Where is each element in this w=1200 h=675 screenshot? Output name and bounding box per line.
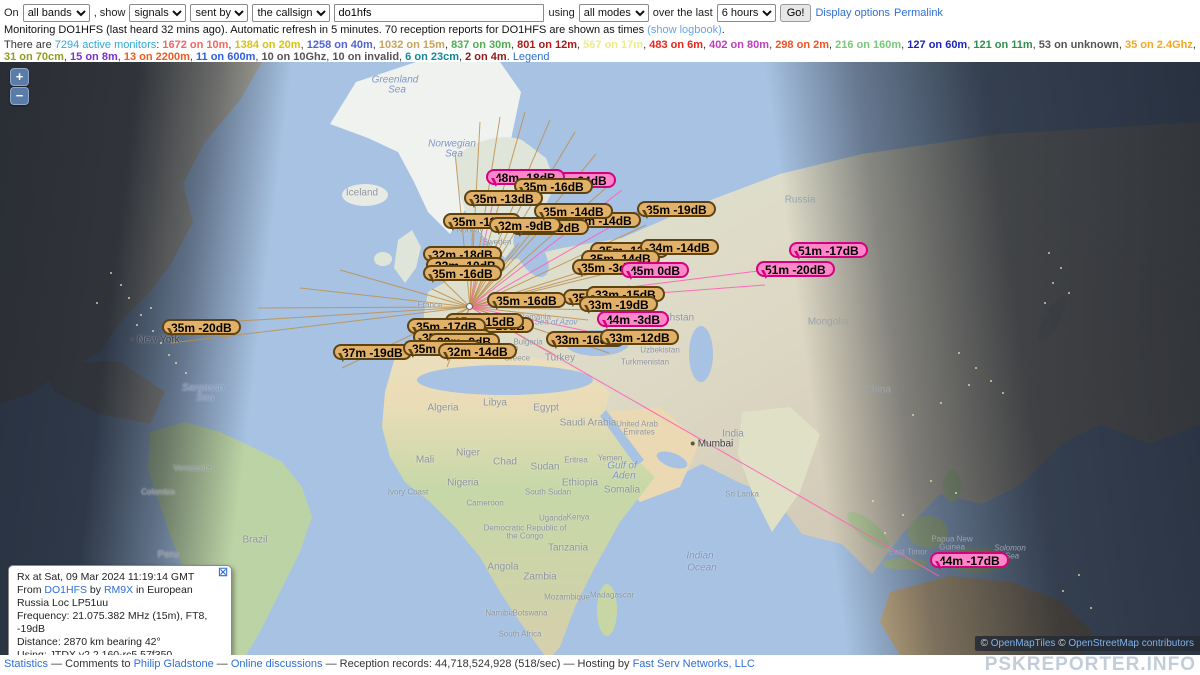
toolbar: On all bands , show signals sent by the …: [0, 0, 1200, 62]
band-count: 11 on 600m: [196, 51, 255, 63]
tx-callsign-link[interactable]: DO1HFS: [44, 584, 87, 596]
active-monitors-line: There are 7294 active monitors: 1672 on …: [4, 39, 1196, 63]
band-count: 15 on 8m: [70, 51, 118, 63]
reception-balloon[interactable]: 44m -3dB: [597, 311, 669, 327]
reception-balloon[interactable]: 45m 0dB: [621, 262, 689, 278]
reception-balloon[interactable]: 32m -14dB: [438, 343, 517, 359]
band-count: 10 on invalid: [332, 51, 399, 63]
world-map[interactable]: GreenlandSeaNorwegianSeaIcelandNorwaySwe…: [0, 62, 1200, 655]
band-count: 10 on 10Ghz: [261, 51, 326, 63]
footer-link[interactable]: Statistics: [4, 658, 48, 670]
reception-balloon[interactable]: 35m -14dB: [534, 203, 613, 219]
show-logbook-link[interactable]: (show logbook): [647, 24, 722, 36]
close-icon[interactable]: ☒: [218, 568, 228, 579]
band-count: 801 on 12m: [517, 39, 577, 51]
band-count: 6 on 23cm: [405, 51, 459, 63]
callsign-input[interactable]: [334, 4, 544, 22]
popup-rx-time: Rx at Sat, 09 Mar 2024 11:19:14 GMT: [17, 571, 223, 584]
footer-link[interactable]: Fast Serv Networks, LLC: [633, 658, 755, 670]
popup-frequency: Frequency: 21.075.382 MHz (15m), FT8, -1…: [17, 610, 223, 636]
reception-balloon[interactable]: 51m -17dB: [789, 242, 868, 258]
legend-link[interactable]: Legend: [513, 51, 550, 63]
band-count: 121 on 11m: [973, 39, 1032, 51]
openstreetmap-link[interactable]: OpenStreetMap contributors: [1068, 638, 1194, 649]
reception-balloon[interactable]: 51m -20dB: [756, 261, 835, 277]
reception-balloon[interactable]: 35m -13dB: [464, 190, 543, 206]
pskreporter-watermark: PSKREPORTER.INFO: [985, 655, 1196, 674]
popup-distance: Distance: 2870 km bearing 42°: [17, 636, 223, 649]
band-count: 216 on 160m: [835, 39, 901, 51]
band-count: 402 on 80m: [709, 39, 769, 51]
direction-select[interactable]: sent by: [190, 4, 248, 22]
callsign-type-select[interactable]: the callsign: [252, 4, 330, 22]
openmaptiles-link[interactable]: OpenMapTiles: [991, 638, 1056, 649]
reception-balloon[interactable]: 35m -19dB: [637, 201, 716, 217]
show-label: , show: [94, 7, 126, 19]
band-count: 31 on 70cm: [4, 51, 64, 63]
band-count: 127 on 60m: [907, 39, 967, 51]
active-monitors-link[interactable]: 7294 active monitors: [55, 39, 157, 51]
reception-balloon[interactable]: 35m -16dB: [487, 292, 566, 308]
band-count: 567 on 17m: [583, 39, 643, 51]
period-select[interactable]: 6 hours: [717, 4, 776, 22]
band-count: 298 on 2m: [775, 39, 829, 51]
band-count: 53 on unknown: [1039, 39, 1119, 51]
reception-balloon[interactable]: 35m -16dB: [423, 265, 502, 281]
bands-select[interactable]: all bands: [23, 4, 90, 22]
footer-text: —: [214, 658, 231, 670]
popup-from-line: From DO1HFS by RM9X in European Russia L…: [17, 584, 223, 610]
footer: Statistics — Comments to Philip Gladston…: [0, 655, 1200, 675]
band-count: 13 on 2200m: [124, 51, 190, 63]
rx-callsign-link[interactable]: RM9X: [104, 584, 133, 596]
reception-balloon[interactable]: 37m -19dB: [333, 344, 412, 360]
reception-balloon[interactable]: 35m -20dB: [162, 319, 241, 335]
band-count: 2 on 4m: [465, 51, 507, 63]
reception-balloon[interactable]: 33m -19dB: [579, 296, 658, 312]
map-attribution: © OpenMapTiles © OpenStreetMap contribut…: [975, 636, 1200, 651]
band-count: 1672 on 10m: [162, 39, 228, 51]
band-count: 483 on 6m: [649, 39, 703, 51]
footer-link[interactable]: Online discussions: [231, 658, 323, 670]
zoom-in-button[interactable]: +: [10, 68, 29, 86]
reception-balloon[interactable]: 44m -17dB: [930, 552, 1009, 568]
reception-balloon[interactable]: 33m -12dB: [600, 329, 679, 345]
display-options-link[interactable]: Display options: [815, 7, 890, 19]
footer-text: — Comments to: [48, 658, 134, 670]
monitoring-status: Monitoring DO1HFS (last heard 32 mins ag…: [4, 24, 1196, 37]
signals-select[interactable]: signals: [129, 4, 186, 22]
band-count: 837 on 30m: [451, 39, 511, 51]
on-label: On: [4, 7, 19, 19]
reception-balloon[interactable]: 32m -9dB: [489, 217, 561, 233]
permalink-link[interactable]: Permalink: [894, 7, 943, 19]
zoom-out-button[interactable]: −: [10, 87, 29, 105]
band-count: 1258 on 40m: [307, 39, 373, 51]
reception-report-popup: ☒ Rx at Sat, 09 Mar 2024 11:19:14 GMT Fr…: [8, 565, 232, 655]
band-count: 35 on 2.4Ghz: [1125, 39, 1193, 51]
footer-link[interactable]: Philip Gladstone: [134, 658, 214, 670]
modes-select[interactable]: all modes: [579, 4, 649, 22]
band-counts: 1672 on 10m, 1384 on 20m, 1258 on 40m, 1…: [4, 39, 1196, 63]
go-button[interactable]: Go!: [780, 4, 812, 22]
band-count: 1032 on 15m: [379, 39, 445, 51]
band-count: 1384 on 20m: [235, 39, 301, 51]
footer-text: — Reception records: 44,718,524,928 (518…: [323, 658, 633, 670]
overlast-label: over the last: [653, 7, 713, 19]
monitored-station-marker[interactable]: [466, 303, 473, 310]
using-label: using: [548, 7, 574, 19]
